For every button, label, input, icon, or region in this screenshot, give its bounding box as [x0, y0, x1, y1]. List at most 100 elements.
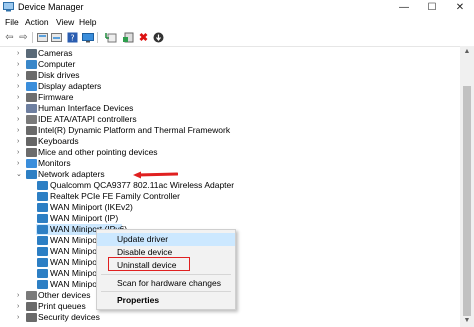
network-adapter-icon — [37, 258, 48, 267]
network-adapter-icon — [37, 214, 48, 223]
menu-file[interactable]: File — [5, 17, 19, 27]
expand-icon[interactable]: › — [17, 312, 19, 323]
tree-category-disk-drives[interactable]: › Disk drives — [0, 70, 440, 81]
expand-icon[interactable]: › — [17, 70, 19, 81]
expand-icon[interactable]: › — [17, 59, 19, 70]
expand-icon[interactable]: › — [17, 114, 19, 125]
menu-help[interactable]: Help — [79, 17, 96, 27]
monitor-icon — [26, 159, 37, 168]
tree-category-keyboards[interactable]: › Keyboards — [0, 136, 440, 147]
other-devices-icon — [26, 291, 37, 300]
device-view-icon[interactable] — [36, 31, 49, 44]
display-adapter-icon — [26, 82, 37, 91]
keyboard-icon — [26, 137, 37, 146]
tree-label: IDE ATA/ATAPI controllers — [38, 114, 137, 124]
tree-category-display-adapters[interactable]: › Display adapters — [0, 81, 440, 92]
expand-icon[interactable]: › — [17, 48, 19, 59]
expand-icon[interactable]: › — [17, 125, 19, 136]
disk-drive-icon — [26, 71, 37, 80]
tree-category-network-adapters[interactable]: ⌄ Network adapters — [0, 169, 440, 180]
vertical-scrollbar[interactable]: ▲ ▼ — [460, 46, 474, 327]
hid-icon — [26, 104, 37, 113]
uninstall-icon[interactable]: ✖ — [137, 31, 150, 44]
device-view-alt-icon[interactable] — [50, 31, 63, 44]
tree-label: Display adapters — [38, 81, 102, 91]
printer-icon — [26, 302, 37, 311]
maximize-button[interactable]: ☐ — [418, 0, 446, 16]
tree-label: Mice and other pointing devices — [38, 147, 158, 157]
tree-device-wan-ip[interactable]: WAN Miniport (IP) — [0, 213, 440, 224]
network-adapter-icon — [37, 247, 48, 256]
ide-controller-icon — [26, 115, 37, 124]
scrollbar-thumb[interactable] — [463, 86, 471, 316]
expand-icon[interactable]: › — [17, 92, 19, 103]
network-adapter-icon — [26, 170, 37, 179]
close-button[interactable]: ✕ — [446, 0, 474, 16]
tree-category-monitors[interactable]: › Monitors — [0, 158, 440, 169]
tree-label: Realtek PCIe FE Family Controller — [50, 191, 180, 201]
menu-separator — [101, 274, 231, 275]
window-title: Device Manager — [18, 2, 84, 12]
tree-label: Print queues — [38, 301, 86, 311]
firmware-icon — [26, 93, 37, 102]
update-driver-icon[interactable] — [152, 31, 165, 44]
collapse-icon[interactable]: ⌄ — [16, 169, 22, 180]
network-adapter-icon — [37, 269, 48, 278]
menu-item-label: Properties — [117, 295, 160, 305]
back-icon[interactable]: ⇦ — [3, 31, 16, 44]
scan-hardware-icon[interactable] — [104, 31, 117, 44]
menu-properties[interactable]: Properties — [97, 294, 235, 307]
annotation-highlight-box — [108, 257, 190, 271]
help-icon[interactable]: ? — [66, 31, 79, 44]
camera-icon — [26, 49, 37, 58]
scroll-up-icon[interactable]: ▲ — [460, 46, 474, 58]
expand-icon[interactable]: › — [17, 147, 19, 158]
tree-category-security-devices[interactable]: › Security devices — [0, 312, 440, 323]
tree-label: Qualcomm QCA9377 802.11ac Wireless Adapt… — [50, 180, 235, 190]
tree-category-mice[interactable]: › Mice and other pointing devices — [0, 147, 440, 158]
tree-label: Intel(R) Dynamic Platform and Thermal Fr… — [38, 125, 231, 135]
tree-device-realtek-pcie[interactable]: Realtek PCIe FE Family Controller — [0, 191, 440, 202]
tree-label: Firmware — [38, 92, 74, 102]
tree-label: Security devices — [38, 312, 100, 322]
expand-icon[interactable]: › — [17, 158, 19, 169]
expand-icon[interactable]: › — [17, 301, 19, 312]
tree-category-cameras[interactable]: › Cameras — [0, 48, 440, 59]
tree-category-human-interface-devices[interactable]: › Human Interface Devices — [0, 103, 440, 114]
network-adapter-icon — [37, 236, 48, 245]
menu-item-label: Scan for hardware changes — [117, 278, 221, 288]
tree-category-intel-thermal[interactable]: › Intel(R) Dynamic Platform and Thermal … — [0, 125, 440, 136]
scroll-down-icon[interactable]: ▼ — [460, 315, 474, 327]
expand-icon[interactable]: › — [17, 136, 19, 147]
minimize-button[interactable]: — — [390, 0, 418, 16]
tree-label: Disk drives — [38, 70, 80, 80]
expand-icon[interactable]: › — [17, 290, 19, 301]
tree-label: Other devices — [38, 290, 91, 300]
tree-label: Network adapters — [38, 169, 105, 179]
security-device-icon — [26, 313, 37, 322]
forward-icon[interactable]: ⇨ — [17, 31, 30, 44]
network-adapter-icon — [37, 192, 48, 201]
device-manager-app-icon — [3, 2, 14, 12]
menu-scan-hardware-changes[interactable]: Scan for hardware changes — [97, 277, 235, 290]
tree-category-ide-controllers[interactable]: › IDE ATA/ATAPI controllers — [0, 114, 440, 125]
menu-update-driver[interactable]: Update driver — [97, 233, 235, 246]
tree-label: Human Interface Devices — [38, 103, 134, 113]
add-device-icon[interactable] — [122, 31, 135, 44]
mouse-icon — [26, 148, 37, 157]
tree-category-computer[interactable]: › Computer — [0, 59, 440, 70]
menu-item-label: Update driver — [117, 234, 169, 244]
expand-icon[interactable]: › — [17, 81, 19, 92]
tree-label: Cameras — [38, 48, 73, 58]
tree-device-qualcomm-wireless[interactable]: Qualcomm QCA9377 802.11ac Wireless Adapt… — [0, 180, 440, 191]
tree-category-firmware[interactable]: › Firmware — [0, 92, 440, 103]
tree-label: Computer — [38, 59, 76, 69]
network-adapter-icon — [37, 203, 48, 212]
menu-action[interactable]: Action — [25, 17, 49, 27]
tree-device-wan-ikev2[interactable]: WAN Miniport (IKEv2) — [0, 202, 440, 213]
expand-icon[interactable]: › — [17, 103, 19, 114]
tree-label: WAN Miniport (IP) — [50, 213, 119, 223]
menu-view[interactable]: View — [56, 17, 74, 27]
monitor-icon[interactable] — [81, 31, 94, 44]
tree-label: Keyboards — [38, 136, 79, 146]
